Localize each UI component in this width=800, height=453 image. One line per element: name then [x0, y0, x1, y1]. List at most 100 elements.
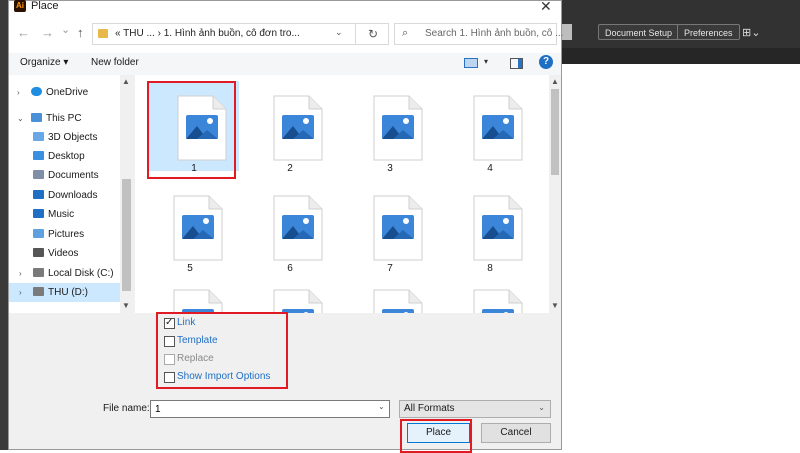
preview-pane-icon[interactable]	[510, 58, 523, 69]
sidebar-item-documents[interactable]: Documents	[33, 166, 99, 185]
command-bar: Organize ▾ New folder ▾ ?	[9, 53, 561, 75]
file-item[interactable]	[145, 275, 235, 313]
new-folder-button[interactable]: New folder	[91, 57, 139, 68]
chevron-icon[interactable]: ›	[19, 264, 22, 283]
replace-label: Replace	[177, 353, 214, 364]
help-icon[interactable]: ?	[539, 55, 553, 69]
file-item[interactable]: 4	[445, 81, 535, 174]
file-list-scrollbar-thumb[interactable]	[551, 89, 559, 175]
file-item[interactable]: 8	[445, 181, 535, 274]
back-arrow-icon[interactable]: ←	[17, 25, 30, 40]
cancel-button[interactable]: Cancel	[481, 423, 551, 443]
file-format-select[interactable]: All Formats ⌄	[399, 400, 551, 418]
place-button[interactable]: Place	[407, 423, 470, 443]
file-list: 1 2 3 4 5 6 7 8	[135, 75, 561, 313]
sidebar-item-this-pc[interactable]: ⌄ This PC	[17, 109, 82, 128]
sidebar-item-label: Documents	[48, 170, 99, 181]
cube-icon	[33, 132, 44, 141]
app-dropdown-edge[interactable]	[562, 24, 572, 40]
sidebar-item-label: THU (D:)	[48, 287, 88, 298]
arrange-documents-icon[interactable]: ⊞⌄	[742, 26, 760, 39]
sidebar-item-videos[interactable]: Videos	[33, 244, 78, 263]
sidebar-item-label: OneDrive	[46, 87, 89, 98]
show-import-options-label[interactable]: Show Import Options	[177, 369, 270, 385]
recent-locations-icon[interactable]: ⌄	[61, 23, 70, 36]
drive-icon	[33, 287, 44, 296]
image-file-icon	[273, 289, 323, 313]
up-arrow-icon[interactable]: ↑	[77, 25, 84, 40]
view-options-chevron-icon[interactable]: ▾	[484, 57, 488, 66]
app-control-bar: Document Setup Preferences ⊞⌄	[562, 0, 800, 64]
file-item[interactable]: 5	[145, 181, 235, 274]
sidebar-item-label: This PC	[46, 113, 82, 124]
sidebar-item-label: Downloads	[48, 190, 98, 201]
navigation-scrollbar-thumb[interactable]	[122, 179, 131, 291]
file-item[interactable]: 7	[345, 181, 435, 274]
desktop-icon	[33, 151, 44, 160]
sidebar-item-pictures[interactable]: Pictures	[33, 225, 84, 244]
image-file-icon	[473, 195, 523, 261]
document-icon	[33, 170, 44, 179]
file-item[interactable]: 6	[245, 181, 335, 274]
file-name-input[interactable]	[150, 400, 390, 418]
file-item[interactable]: 2	[245, 81, 335, 174]
organize-button[interactable]: Organize ▾	[20, 57, 68, 68]
chevron-icon[interactable]: ›	[19, 283, 22, 302]
file-name-chevron-icon[interactable]: ⌄	[378, 402, 385, 411]
image-file-icon	[373, 95, 423, 161]
file-item[interactable]: 3	[345, 81, 435, 174]
image-file-icon	[373, 289, 423, 313]
sidebar-item-local-disk-c[interactable]: › Local Disk (C:)	[19, 264, 114, 283]
template-checkbox[interactable]	[164, 336, 175, 347]
scroll-up-icon[interactable]: ▲	[551, 77, 559, 86]
file-item[interactable]: 1	[149, 81, 239, 174]
file-item[interactable]	[445, 275, 535, 313]
dialog-title: Place	[31, 0, 59, 12]
sidebar-item-label: Music	[48, 209, 75, 220]
sidebar-item-desktop[interactable]: Desktop	[33, 147, 85, 166]
file-item[interactable]	[345, 275, 435, 313]
drive-icon	[33, 268, 44, 277]
chevron-down-icon[interactable]: ⌄	[538, 403, 545, 412]
view-icon[interactable]	[464, 58, 478, 68]
file-name: 2	[287, 163, 293, 174]
address-bar[interactable]: « THU ... › 1. Hình ảnh buồn, cô đơn tro…	[92, 23, 389, 45]
file-list-scrollbar[interactable]: ▲ ▼	[549, 75, 561, 313]
close-icon[interactable]: ✕	[540, 0, 552, 15]
search-box[interactable]: ⌕ Search 1. Hình ảnh buồn, cô ...	[394, 23, 563, 45]
chevron-icon[interactable]: ⌄	[17, 109, 24, 128]
sidebar-item-3d-objects[interactable]: 3D Objects	[33, 128, 97, 147]
scroll-up-icon[interactable]: ▲	[122, 77, 130, 86]
chevron-down-icon[interactable]: ⌄	[335, 27, 343, 38]
sidebar-item-label: Desktop	[48, 151, 85, 162]
link-checkbox[interactable]	[164, 315, 175, 331]
sidebar-item-label: Videos	[48, 248, 79, 259]
image-file-icon	[473, 289, 523, 313]
scroll-down-icon[interactable]: ▼	[122, 301, 130, 310]
template-label[interactable]: Template	[177, 333, 218, 349]
file-name: 4	[487, 163, 493, 174]
sidebar-item-onedrive[interactable]: › OneDrive	[17, 83, 89, 102]
illustrator-app-icon: Ai	[14, 0, 26, 12]
navigation-scrollbar[interactable]: ▲ ▼	[120, 75, 133, 313]
file-item[interactable]	[245, 275, 335, 313]
navigation-pane: › OneDrive ⌄ This PC 3D Objects Desktop Docume…	[9, 75, 133, 313]
preferences-button[interactable]: Preferences	[677, 24, 740, 40]
sidebar-item-music[interactable]: Music	[33, 205, 74, 224]
link-label[interactable]: Link	[177, 315, 195, 331]
sidebar-item-thu-d[interactable]: › THU (D:)	[9, 283, 120, 302]
chevron-icon[interactable]: ›	[17, 83, 20, 102]
forward-arrow-icon[interactable]: →	[41, 25, 54, 40]
artboard	[562, 64, 800, 450]
scroll-down-icon[interactable]: ▼	[551, 301, 559, 310]
file-name: 1	[191, 163, 197, 174]
file-name: 5	[187, 263, 193, 274]
document-setup-button[interactable]: Document Setup	[598, 24, 680, 40]
refresh-icon[interactable]: ↻	[355, 24, 390, 44]
image-file-icon	[173, 195, 223, 261]
sidebar-item-label: Local Disk (C:)	[48, 268, 114, 279]
pictures-icon	[33, 229, 44, 238]
sidebar-item-downloads[interactable]: Downloads	[33, 186, 97, 205]
show-import-options-checkbox[interactable]	[164, 372, 175, 383]
address-path[interactable]: « THU ... › 1. Hình ảnh buồn, cô đơn tro…	[115, 28, 300, 39]
